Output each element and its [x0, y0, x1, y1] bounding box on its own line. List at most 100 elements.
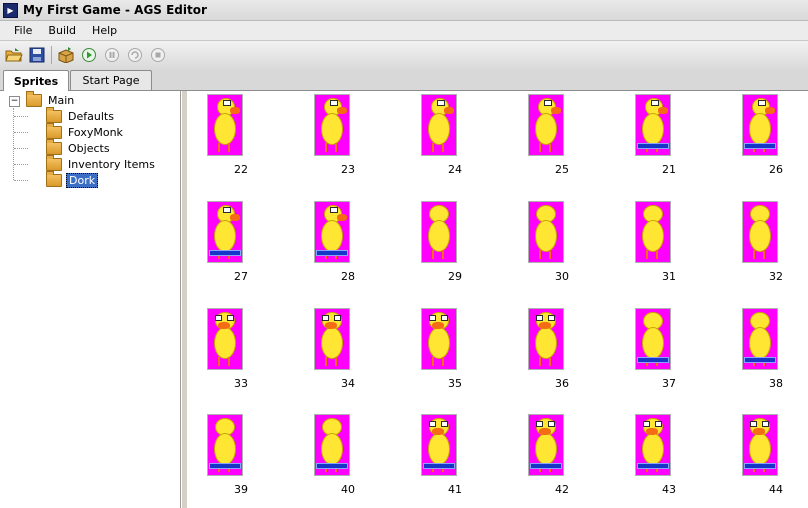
sprite-thumbnail[interactable]: 32 [742, 201, 802, 291]
sprite-image [207, 414, 243, 476]
duck-beak [230, 107, 240, 114]
sprite-thumbnail[interactable]: 33 [207, 308, 267, 398]
tab-start-page[interactable]: Start Page [70, 70, 152, 90]
duck-beak [539, 322, 551, 329]
duck-body [428, 433, 450, 465]
duck-beak [325, 322, 337, 329]
sprite-number: 36 [555, 377, 569, 390]
duck-body [535, 327, 557, 359]
sprite-thumbnail[interactable]: 24 [421, 94, 481, 184]
sprite-thumbnail[interactable]: 26 [742, 94, 802, 184]
sprite-image [207, 201, 243, 263]
build-package-icon[interactable] [57, 46, 75, 64]
sprite-number: 33 [234, 377, 248, 390]
tree-node-inventory-items[interactable]: Inventory Items [46, 154, 157, 172]
run-icon[interactable] [80, 46, 98, 64]
sprite-thumbnail[interactable]: 36 [528, 308, 588, 398]
duck-body [321, 113, 343, 145]
sprite-thumbnail[interactable]: 23 [314, 94, 374, 184]
ags-app-icon: ▶ [3, 2, 18, 18]
duck-beak [658, 107, 668, 114]
sprite-image [421, 94, 457, 156]
menu-help[interactable]: Help [84, 24, 125, 37]
window-title: My First Game - AGS Editor [23, 3, 207, 17]
stop-icon[interactable] [149, 46, 167, 64]
sprite-number: 24 [448, 163, 462, 176]
sprite-image [207, 94, 243, 156]
duck-body [214, 220, 236, 252]
sprite-thumbnail[interactable]: 25 [528, 94, 588, 184]
sprite-thumbnail[interactable]: 42 [528, 414, 588, 504]
folder-icon [46, 138, 62, 155]
duck-leg [539, 143, 541, 152]
tree-collapse-toggle[interactable]: − [9, 96, 20, 107]
sprite-thumbnail[interactable]: 40 [314, 414, 374, 504]
step-icon[interactable] [126, 46, 144, 64]
sprite-image [742, 201, 778, 263]
duck-eye [429, 421, 436, 427]
sprite-image [421, 308, 457, 370]
sprite-number: 26 [769, 163, 783, 176]
sprite-number: 38 [769, 377, 783, 390]
open-folder-icon[interactable] [5, 46, 23, 64]
folder-icon [46, 106, 62, 123]
tree-node-defaults[interactable]: Defaults [46, 106, 116, 124]
sprite-thumbnail[interactable]: 38 [742, 308, 802, 398]
duck-leg [442, 357, 444, 366]
sprite-thumbnail[interactable]: 27 [207, 201, 267, 291]
duck-feet-splash [637, 357, 669, 363]
tree-node-foxymonk[interactable]: FoxyMonk [46, 122, 125, 140]
sprite-thumbnail[interactable]: 31 [635, 201, 695, 291]
duck-body [535, 113, 557, 145]
sprite-thumbnail[interactable]: 43 [635, 414, 695, 504]
sprite-thumbnail[interactable]: 22 [207, 94, 267, 184]
menu-build[interactable]: Build [40, 24, 84, 37]
sprite-thumbnail[interactable]: 29 [421, 201, 481, 291]
tree-connector [14, 148, 28, 149]
sprite-number: 39 [234, 483, 248, 496]
sprite-thumbnail[interactable]: 37 [635, 308, 695, 398]
duck-body [428, 220, 450, 252]
sprite-thumbnail[interactable]: 39 [207, 414, 267, 504]
duck-eye [758, 100, 766, 106]
sprite-thumbnail[interactable]: 35 [421, 308, 481, 398]
sprite-thumbnail[interactable]: 21 [635, 94, 695, 184]
sprite-number: 43 [662, 483, 676, 496]
tab-sprites[interactable]: Sprites [3, 70, 69, 91]
pause-icon[interactable] [103, 46, 121, 64]
sprite-thumbnail[interactable]: 34 [314, 308, 374, 398]
duck-eye [548, 421, 555, 427]
sprite-thumbnail[interactable]: 41 [421, 414, 481, 504]
folder-icon [46, 122, 62, 139]
sprite-number: 37 [662, 377, 676, 390]
sprite-image [528, 201, 564, 263]
duck-body [535, 433, 557, 465]
menu-bar: File Build Help [0, 21, 808, 41]
sprite-image [528, 308, 564, 370]
duck-leg [549, 250, 551, 259]
duck-beak [551, 107, 561, 114]
tree-node-objects[interactable]: Objects [46, 138, 112, 156]
duck-leg [763, 250, 765, 259]
sprite-thumbnail[interactable]: 30 [528, 201, 588, 291]
tree-node-dork[interactable]: Dork [46, 170, 99, 188]
save-icon[interactable] [28, 46, 46, 64]
menu-file[interactable]: File [0, 24, 40, 37]
sprite-image [314, 308, 350, 370]
duck-leg [442, 143, 444, 152]
sprite-number: 44 [769, 483, 783, 496]
duck-eye [750, 421, 757, 427]
duck-body [535, 220, 557, 252]
sprite-number: 31 [662, 270, 676, 283]
duck-body [321, 327, 343, 359]
duck-eye [762, 421, 769, 427]
duck-feet-splash [744, 357, 776, 363]
sprite-image [314, 414, 350, 476]
duck-body [321, 433, 343, 465]
sprite-image [421, 414, 457, 476]
sprite-thumbnail[interactable]: 44 [742, 414, 802, 504]
duck-body [749, 113, 771, 145]
sprite-thumbnail[interactable]: 28 [314, 201, 374, 291]
duck-body [214, 327, 236, 359]
duck-body [749, 433, 771, 465]
